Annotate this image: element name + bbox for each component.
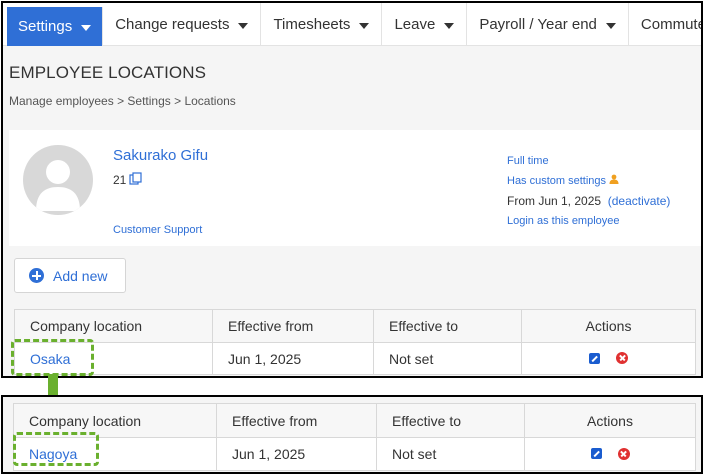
effective-from-cell: Jun 1, 2025 bbox=[212, 342, 374, 375]
nav-settings-label: Settings bbox=[18, 18, 73, 35]
header-actions: Actions bbox=[524, 403, 696, 438]
delete-icon[interactable] bbox=[617, 447, 630, 460]
edit-icon[interactable] bbox=[589, 352, 600, 364]
employee-card: Sakurako Gifu 21 Customer Support Full t… bbox=[9, 130, 701, 246]
header-effective-from: Effective from bbox=[216, 403, 377, 438]
delete-icon[interactable] bbox=[616, 352, 628, 364]
add-new-label: Add new bbox=[53, 267, 108, 284]
locations-table-after: Company location Effective from Effectiv… bbox=[13, 403, 696, 471]
nav-change-requests[interactable]: Change requests bbox=[103, 3, 262, 46]
effective-to-cell: Not set bbox=[373, 342, 522, 375]
locations-table: Company location Effective from Effectiv… bbox=[14, 309, 696, 375]
nav-payroll-label: Payroll / Year end bbox=[479, 16, 597, 33]
header-effective-to: Effective to bbox=[373, 309, 522, 343]
page-title: EMPLOYEE LOCATIONS bbox=[9, 63, 207, 82]
header-actions: Actions bbox=[521, 309, 696, 343]
nav-commute[interactable]: Commute ex bbox=[629, 3, 703, 46]
chevron-down-icon bbox=[238, 22, 249, 29]
nav-timesheets[interactable]: Timesheets bbox=[261, 3, 383, 46]
employee-name[interactable]: Sakurako Gifu bbox=[113, 147, 208, 164]
custom-settings-row[interactable]: Has custom settings bbox=[507, 174, 670, 194]
user-silhouette-icon bbox=[36, 160, 80, 211]
nav-settings[interactable]: Settings bbox=[7, 7, 104, 46]
nav-leave[interactable]: Leave bbox=[382, 3, 468, 46]
chevron-down-icon bbox=[444, 22, 455, 29]
nav-change-requests-label: Change requests bbox=[115, 16, 230, 33]
employee-id-value: 21 bbox=[113, 173, 127, 187]
header-effective-to: Effective to bbox=[376, 403, 525, 438]
table-header-row: Company location Effective from Effectiv… bbox=[13, 403, 696, 438]
nav-timesheets-label: Timesheets bbox=[273, 16, 351, 33]
effective-from-cell: Jun 1, 2025 bbox=[216, 437, 377, 471]
actions-cell bbox=[521, 342, 696, 375]
employee-status-panel: Full time Has custom settings From Jun 1… bbox=[507, 154, 670, 234]
person-icon bbox=[609, 174, 619, 184]
copy-icon[interactable] bbox=[129, 172, 142, 188]
effective-from-row: From Jun 1, 2025 (deactivate) bbox=[507, 194, 670, 214]
before-screenshot-frame: Settings Change requests Timesheets Leav… bbox=[1, 1, 703, 378]
nav-payroll[interactable]: Payroll / Year end bbox=[467, 3, 629, 46]
login-as-employee-link[interactable]: Login as this employee bbox=[507, 214, 670, 234]
effective-to-cell: Not set bbox=[376, 437, 525, 471]
highlight-box-before bbox=[11, 339, 94, 376]
nav-leave-label: Leave bbox=[394, 16, 436, 33]
employment-type-link[interactable]: Full time bbox=[507, 154, 670, 174]
header-effective-from: Effective from bbox=[212, 309, 374, 343]
plus-circle-icon bbox=[29, 268, 44, 283]
breadcrumb: Manage employees > Settings > Locations bbox=[9, 94, 236, 108]
table-header-row: Company location Effective from Effectiv… bbox=[14, 309, 696, 343]
highlight-box-after bbox=[13, 432, 99, 466]
chevron-down-icon bbox=[605, 22, 616, 29]
from-date-text: From Jun 1, 2025 bbox=[507, 194, 602, 208]
customer-support-link[interactable]: Customer Support bbox=[113, 224, 202, 236]
after-screenshot-frame: Company location Effective from Effectiv… bbox=[1, 395, 703, 474]
header-company-location: Company location bbox=[14, 309, 213, 343]
table-row: Nagoya Jun 1, 2025 Not set bbox=[13, 437, 696, 471]
top-navbar: Settings Change requests Timesheets Leav… bbox=[3, 3, 703, 46]
chevron-down-icon bbox=[81, 24, 92, 31]
edit-icon[interactable] bbox=[590, 448, 602, 459]
deactivate-link[interactable]: (deactivate) bbox=[608, 194, 671, 208]
add-new-button[interactable]: Add new bbox=[14, 258, 126, 293]
employee-id: 21 bbox=[113, 172, 142, 188]
actions-cell bbox=[524, 437, 696, 471]
table-row: Osaka Jun 1, 2025 Not set bbox=[14, 342, 696, 375]
avatar bbox=[23, 145, 93, 215]
nav-commute-label: Commute ex bbox=[640, 16, 703, 33]
chevron-down-icon bbox=[359, 22, 370, 29]
custom-settings-link: Has custom settings bbox=[507, 175, 607, 187]
